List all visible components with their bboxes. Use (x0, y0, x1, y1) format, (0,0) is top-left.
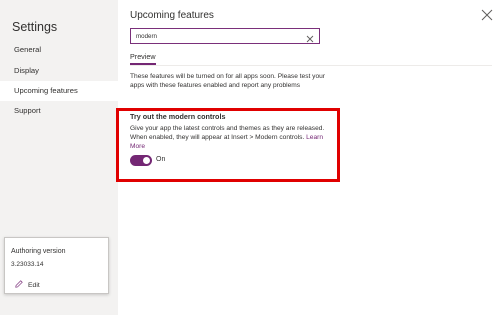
tab-preview[interactable]: Preview (130, 52, 156, 61)
edit-label: Edit (28, 281, 40, 289)
feature-description-text: Give your app the latest controls and th… (130, 125, 325, 141)
authoring-version-number: 3.23033.14 (11, 261, 44, 268)
authoring-version-title: Authoring version (11, 248, 66, 255)
modern-controls-toggle[interactable] (130, 155, 152, 166)
search-input[interactable] (136, 30, 301, 42)
toggle-knob (143, 157, 150, 164)
upcoming-features-panel: Upcoming features Preview These features… (116, 0, 500, 315)
edit-button[interactable]: Edit (15, 280, 40, 290)
sidebar-item-upcoming-features[interactable]: Upcoming features (0, 81, 118, 101)
tab-divider (130, 65, 492, 66)
sidebar-item-general[interactable]: General (0, 40, 118, 60)
sidebar-title: Settings (12, 20, 58, 34)
feature-description: Give your app the latest controls and th… (130, 124, 330, 151)
toggle-label: On (156, 156, 166, 163)
close-button[interactable] (480, 8, 494, 22)
page-title: Upcoming features (130, 10, 214, 21)
search-box (130, 28, 320, 44)
pencil-icon (15, 280, 23, 290)
close-icon (481, 9, 493, 21)
clear-icon (306, 35, 314, 43)
authoring-version-card: Authoring version 3.23033.14 Edit (4, 237, 109, 294)
clear-search-button[interactable] (305, 31, 315, 43)
feature-title: Try out the modern controls (130, 112, 226, 121)
features-description: These features will be turned on for all… (130, 73, 325, 89)
sidebar-item-support[interactable]: Support (0, 101, 118, 121)
sidebar-item-display[interactable]: Display (0, 61, 118, 81)
